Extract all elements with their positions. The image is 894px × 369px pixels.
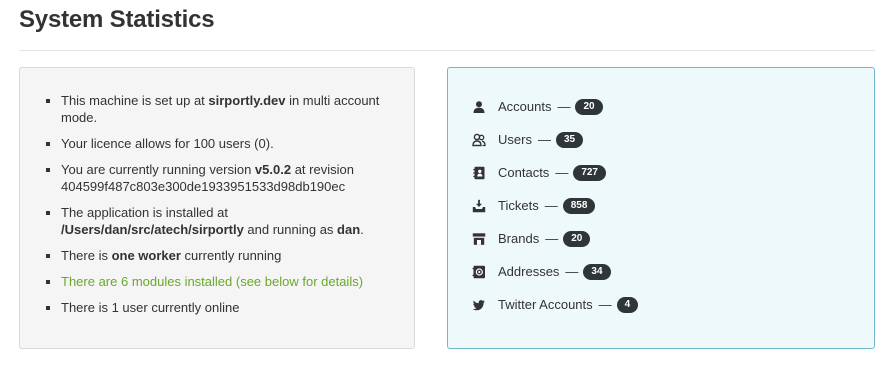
stats-panel: Accounts — 20 Users — 35 Contacts — 727 … [447, 67, 875, 349]
count-badge: 858 [562, 197, 596, 214]
stat-brands: Brands — 20 [472, 222, 638, 255]
count-badge: 727 [573, 164, 606, 181]
run-user: dan [337, 222, 361, 237]
page-title: System Statistics [19, 6, 215, 33]
count-badge: 20 [563, 230, 591, 247]
system-info-list: This machine is set up at sirportly.dev … [44, 92, 394, 325]
hostname: sirportly.dev [208, 93, 286, 108]
version: v5.0.2 [254, 162, 292, 177]
inbox-download-icon [472, 199, 486, 213]
user-icon [472, 100, 486, 114]
system-info-panel: This machine is set up at sirportly.dev … [19, 67, 415, 349]
stat-contacts: Contacts — 727 [472, 156, 638, 189]
stat-twitter-accounts: Twitter Accounts — 4 [472, 288, 639, 321]
worker-count: one worker [111, 248, 181, 263]
info-item-install-path: The application is installed at /Users/d… [44, 204, 394, 238]
count-badge: 34 [583, 263, 611, 280]
info-item-online-users: There is 1 user currently online [44, 299, 394, 316]
info-item-host: This machine is set up at sirportly.dev … [44, 92, 394, 126]
shop-icon [472, 232, 486, 246]
stat-addresses: Addresses — 34 [472, 255, 638, 288]
count-badge: 4 [616, 296, 639, 313]
count-badge: 35 [555, 131, 584, 148]
stat-tickets: Tickets — 858 [472, 189, 638, 222]
stat-users: Users — 35 [472, 123, 638, 156]
revision: 404599f487c803e300de1933951533d98db190ec [61, 179, 346, 194]
info-item-version: You are currently running version v5.0.2… [44, 161, 394, 195]
count-badge: 20 [575, 98, 603, 115]
stats-list: Accounts — 20 Users — 35 Contacts — 727 … [472, 90, 639, 321]
stat-accounts: Accounts — 20 [472, 90, 638, 123]
install-path: /Users/dan/src/atech/sirportly [61, 222, 244, 237]
address-book-icon [472, 166, 486, 180]
info-item-modules-link[interactable]: There are 6 modules installed (see below… [44, 273, 394, 290]
title-divider [19, 50, 875, 51]
info-item-workers: There is one worker currently running [44, 247, 394, 264]
info-item-licence: Your licence allows for 100 users (0). [44, 135, 394, 152]
users-icon [472, 133, 486, 147]
at-icon [472, 265, 486, 279]
twitter-icon [472, 298, 486, 312]
